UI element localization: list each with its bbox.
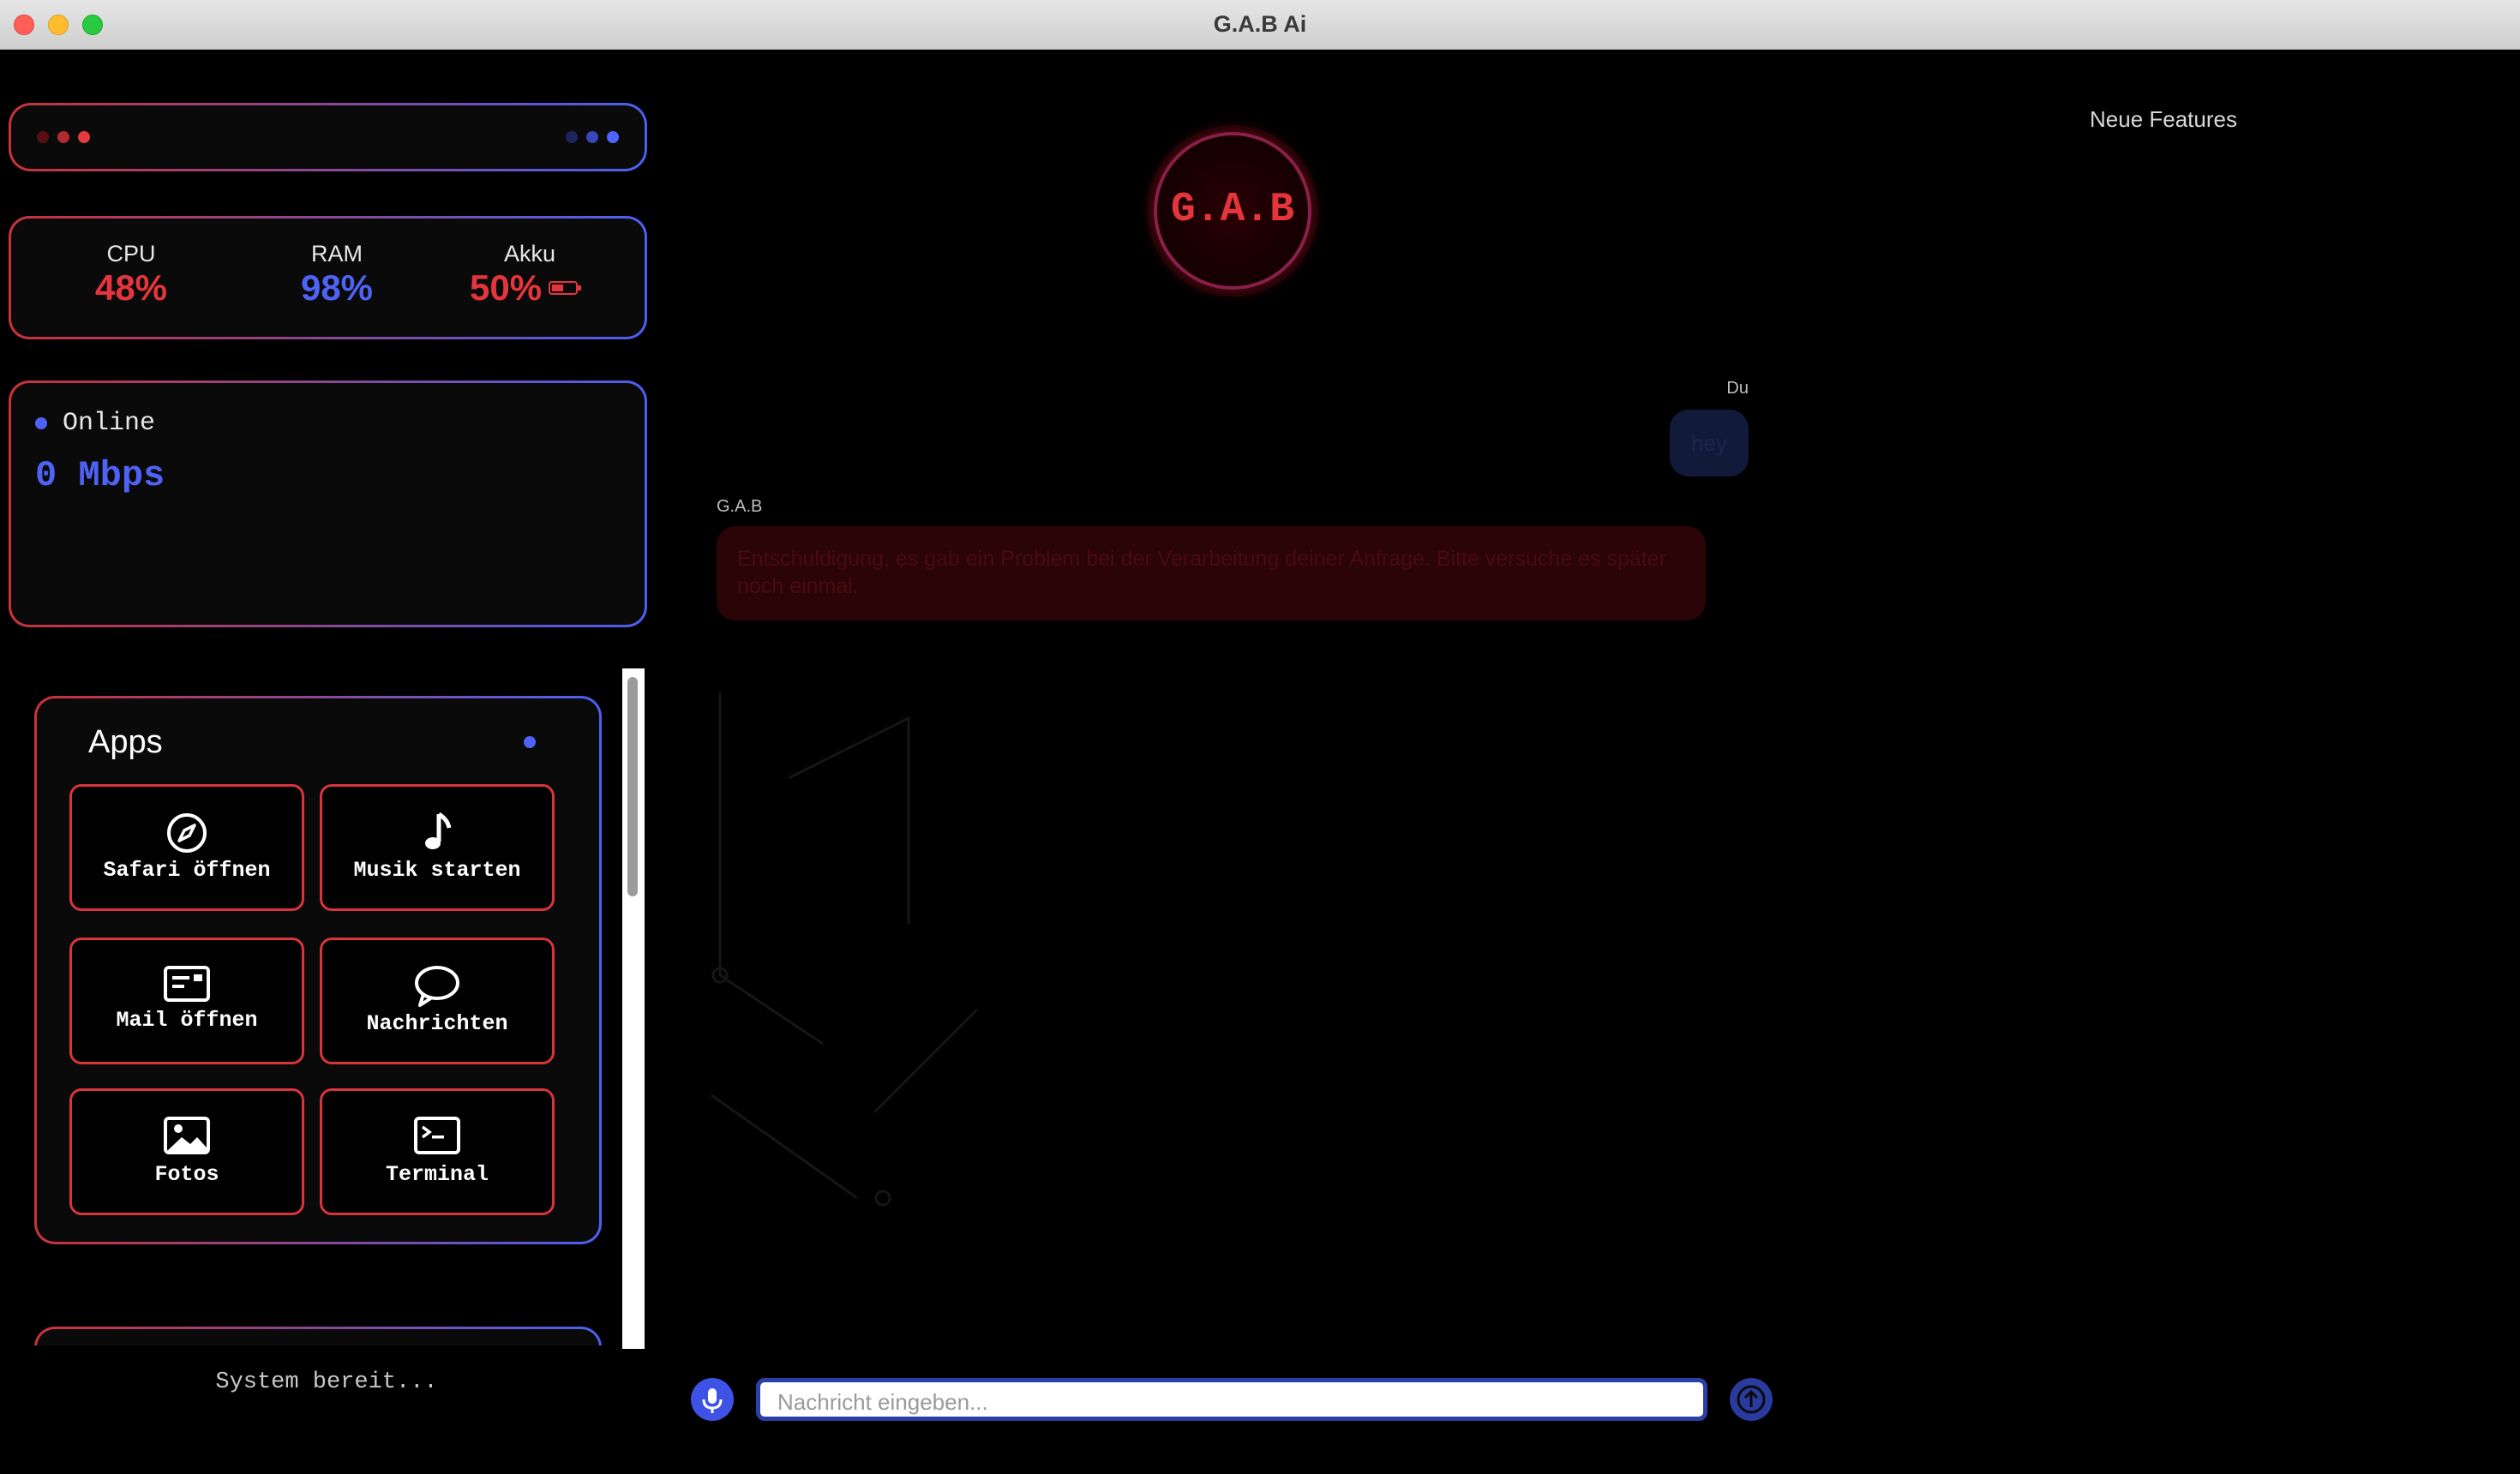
- system-stats-panel: CPU 48% RAM 98% Akku 50%: [9, 216, 647, 339]
- bot-message-sender: G.A.B: [717, 497, 763, 516]
- app-photos-label: Fotos: [154, 1162, 219, 1187]
- message-input[interactable]: Nachricht eingeben...: [756, 1378, 1707, 1421]
- next-panel-peek: [34, 1327, 602, 1345]
- cpu-stat: CPU 48%: [63, 241, 200, 309]
- network-panel: Online 0 Mbps: [9, 380, 647, 627]
- microphone-icon: [702, 1388, 723, 1413]
- compass-icon: [167, 813, 207, 853]
- new-features-link[interactable]: Neue Features: [2090, 106, 2237, 133]
- chat-bubble-icon: [415, 966, 459, 1007]
- online-status-dot: [35, 417, 47, 429]
- network-status: Online: [63, 409, 156, 438]
- ram-value: 98%: [300, 267, 374, 308]
- ram-label: RAM: [311, 241, 363, 267]
- indicator-dot-blue-bright: [607, 131, 619, 143]
- user-message-bubble: hey: [1670, 410, 1749, 476]
- app-photos-button[interactable]: Fotos: [69, 1088, 304, 1215]
- battery-icon: [549, 281, 582, 295]
- send-button[interactable]: [1730, 1378, 1773, 1421]
- circuit-background: [711, 692, 979, 1207]
- app-music-label: Musik starten: [353, 858, 521, 883]
- apps-title: Apps: [88, 724, 163, 760]
- mail-icon: [164, 966, 210, 1002]
- indicator-bar: [9, 103, 647, 171]
- photo-icon: [164, 1117, 210, 1154]
- logo-text: G.A.B: [1170, 187, 1295, 233]
- network-speed: 0 Mbps: [35, 455, 165, 496]
- arrow-up-icon: [1737, 1385, 1766, 1414]
- app-terminal-label: Terminal: [385, 1162, 489, 1187]
- akku-stat: Akku 50%: [470, 241, 615, 309]
- akku-label: Akku: [504, 241, 556, 267]
- ram-stat: RAM 98%: [268, 241, 405, 309]
- logo-ring: G.A.B: [1154, 132, 1311, 290]
- app-safari-button[interactable]: Safari öffnen: [69, 784, 304, 911]
- apps-status-dot: [524, 736, 536, 748]
- app-content: CPU 48% RAM 98% Akku 50% Online 0 Mbps A…: [0, 50, 2520, 1474]
- apps-panel: Apps Safari öffnen Musik starten Mail öf…: [34, 696, 602, 1244]
- microphone-button[interactable]: [691, 1378, 734, 1421]
- app-mail-button[interactable]: Mail öffnen: [69, 938, 304, 1064]
- terminal-icon: [414, 1117, 460, 1154]
- cpu-value: 48%: [94, 267, 168, 308]
- apps-scroll-area[interactable]: Apps Safari öffnen Musik starten Mail öf…: [9, 668, 647, 1345]
- window-title: G.A.B Ai: [1213, 11, 1307, 37]
- app-mail-label: Mail öffnen: [116, 1008, 258, 1033]
- system-status-text: System bereit...: [215, 1369, 438, 1395]
- user-message-sender: Du: [1726, 379, 1749, 398]
- indicator-dot-red-mid: [57, 131, 69, 143]
- apps-scrollbar-track[interactable]: [622, 668, 645, 1349]
- app-safari-label: Safari öffnen: [103, 858, 271, 883]
- cpu-label: CPU: [106, 241, 156, 267]
- app-music-button[interactable]: Musik starten: [320, 784, 555, 911]
- akku-value: 50%: [470, 267, 543, 308]
- app-terminal-button[interactable]: Terminal: [320, 1088, 555, 1215]
- indicator-dot-red-dim: [37, 131, 49, 143]
- indicator-dot-red-bright: [78, 131, 90, 143]
- bot-message-bubble: Entschuldigung, es gab ein Problem bei d…: [717, 526, 1706, 620]
- window-titlebar: G.A.B Ai: [0, 0, 2520, 50]
- indicator-dot-blue-mid: [586, 131, 598, 143]
- app-messages-label: Nachrichten: [366, 1011, 508, 1036]
- app-messages-button[interactable]: Nachrichten: [320, 938, 555, 1064]
- music-note-icon: [425, 812, 452, 849]
- indicator-dot-blue-dim: [566, 131, 578, 143]
- apps-scrollbar-thumb[interactable]: [627, 677, 638, 896]
